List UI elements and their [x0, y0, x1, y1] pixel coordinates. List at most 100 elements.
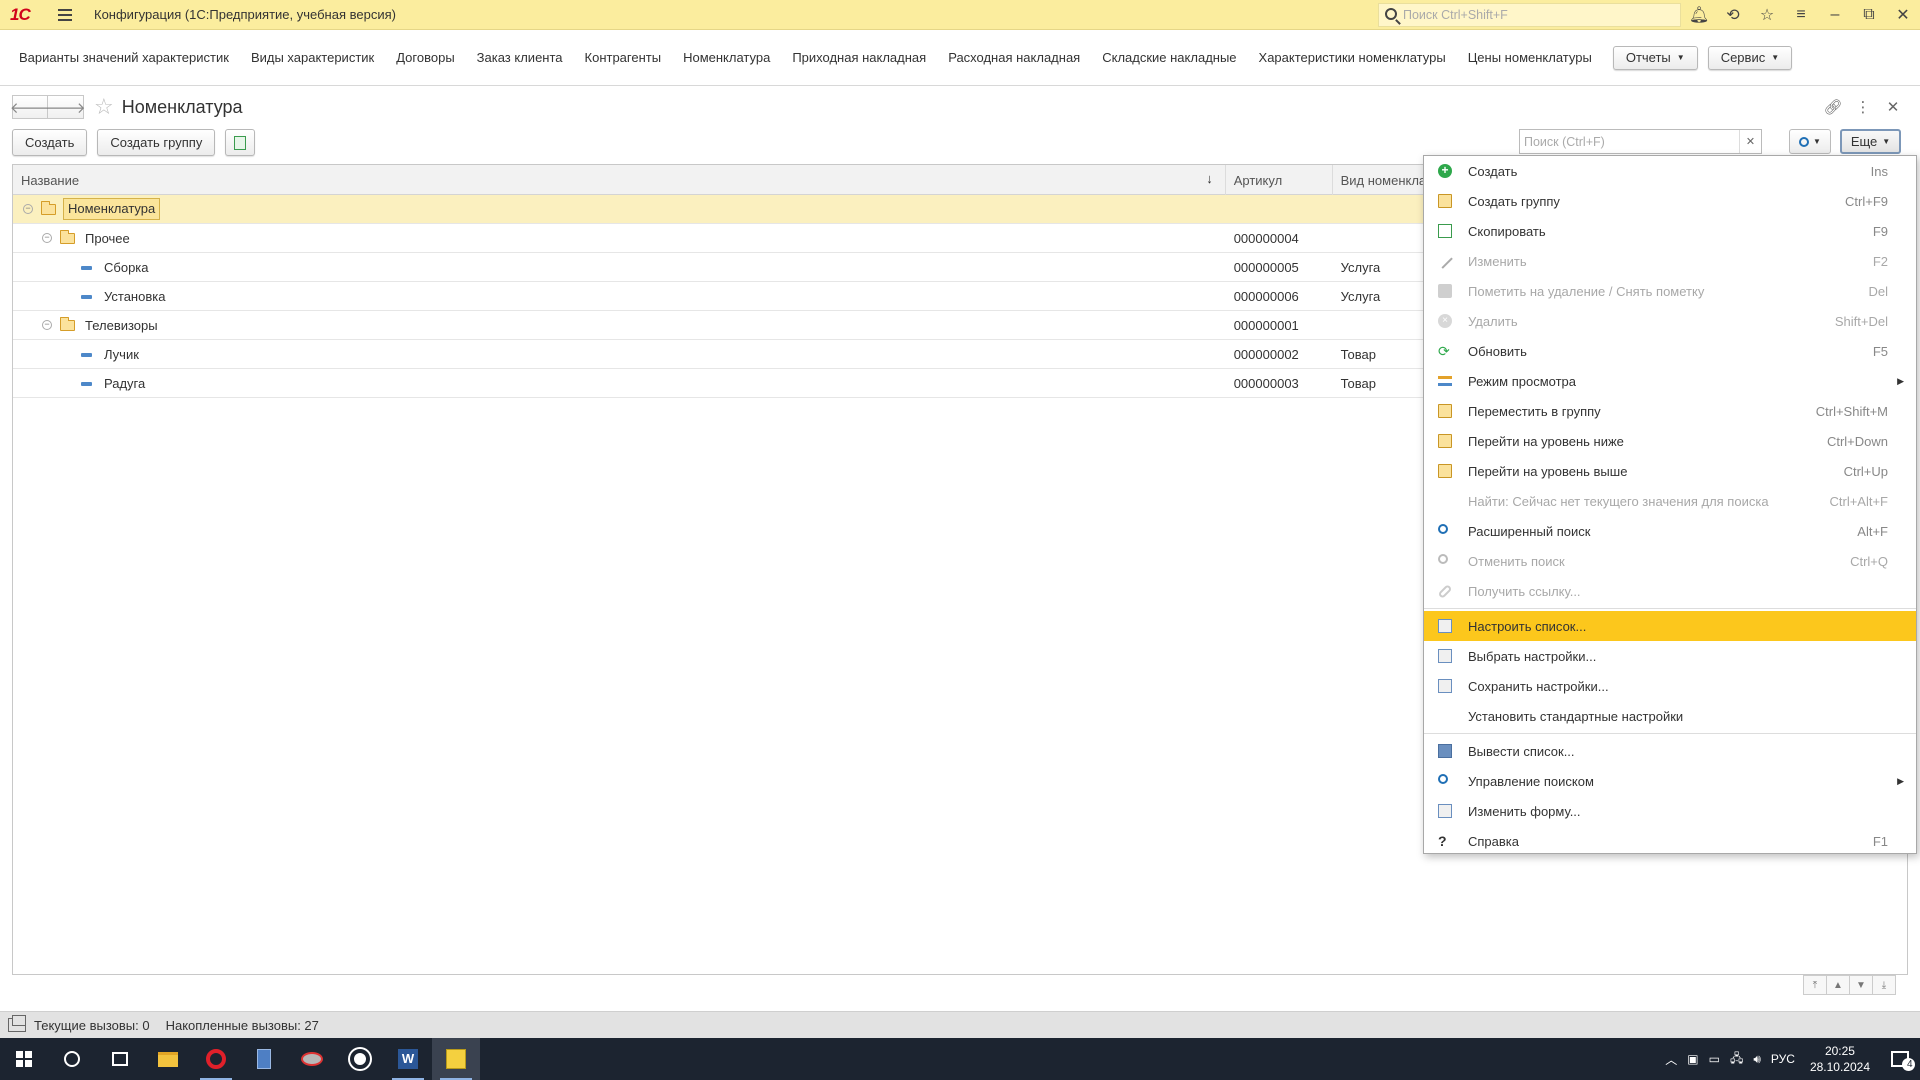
menu-item: Отменить поиск Ctrl+Q — [1424, 546, 1916, 576]
more-actions-icon[interactable]: ⋮ — [1850, 96, 1876, 118]
menu-item-shortcut: F5 — [1872, 343, 1888, 359]
more-button[interactable]: Еще ▼ — [1840, 129, 1901, 154]
menu-item[interactable]: Переместить в группу Ctrl+Shift+M — [1424, 396, 1916, 426]
main-menu-icon[interactable] — [52, 0, 78, 30]
menu-item[interactable]: Вывести список... — [1424, 736, 1916, 766]
explorer-app[interactable] — [144, 1038, 192, 1080]
task-view-button[interactable] — [96, 1038, 144, 1080]
menu-item[interactable]: Изменить форму... — [1424, 796, 1916, 826]
bell-icon[interactable]: 🔔︎ — [1682, 0, 1716, 30]
1c-app[interactable] — [432, 1038, 480, 1080]
menu-item[interactable]: Создать группу Ctrl+F9 — [1424, 186, 1916, 216]
forward-button[interactable]: 🡒 — [45, 95, 86, 119]
language-indicator[interactable]: РУС — [1766, 1052, 1800, 1066]
cell-name: − Прочее — [13, 224, 1226, 253]
search-manage-icon — [1438, 774, 1448, 784]
section-link[interactable]: Контрагенты — [574, 50, 673, 65]
menu-item[interactable]: Выбрать настройки... — [1424, 641, 1916, 671]
collapse-icon[interactable]: − — [42, 319, 52, 330]
menu-item-shortcut: F1 — [1872, 833, 1888, 849]
menu-item[interactable]: Сохранить настройки... — [1424, 671, 1916, 701]
volume-icon[interactable]: 🔊︎ — [1748, 1052, 1766, 1067]
row-name: Телевизоры — [85, 317, 158, 333]
menu-item-label: Найти: Сейчас нет текущего значения для … — [1468, 493, 1769, 509]
column-header-article[interactable]: Артикул — [1226, 165, 1333, 195]
opera-app[interactable] — [192, 1038, 240, 1080]
notifications-button[interactable]: 4 — [1880, 1038, 1920, 1080]
menu-item[interactable]: Скопировать F9 — [1424, 216, 1916, 246]
search-taskbar-button[interactable] — [48, 1038, 96, 1080]
menu-item[interactable]: Управление поиском ▶ — [1424, 766, 1916, 796]
link-icon[interactable]: 🔗︎ — [1820, 96, 1846, 118]
row-name: Номенклатура — [63, 197, 161, 220]
network-adapter-icon[interactable]: ▣ — [1682, 1052, 1703, 1066]
scroll-down-icon[interactable]: ▼ — [1849, 975, 1873, 995]
section-link[interactable]: Складские накладные — [1091, 50, 1247, 65]
menu-item[interactable]: Настроить список... — [1424, 611, 1916, 641]
print-list-icon — [1438, 744, 1452, 758]
favorite-star-icon[interactable]: ☆ — [94, 94, 114, 120]
column-header-name[interactable]: Название ↓ — [13, 165, 1226, 195]
menu-item[interactable]: Установить стандартные настройки — [1424, 701, 1916, 731]
clock[interactable]: 20:25 28.10.2024 — [1800, 1043, 1880, 1075]
menu-item[interactable]: Перейти на уровень ниже Ctrl+Down — [1424, 426, 1916, 456]
menu-item[interactable]: ⟳ Обновить F5 — [1424, 336, 1916, 366]
section-link[interactable]: Цены номенклатуры — [1457, 50, 1603, 65]
section-link[interactable]: Характеристики номенклатуры — [1248, 50, 1457, 65]
list-search-input[interactable]: Поиск (Ctrl+F) ✕ — [1519, 129, 1762, 154]
section-link[interactable]: Заказ клиента — [466, 50, 574, 65]
item-icon — [81, 265, 92, 270]
cell-name: Лучик — [13, 340, 1226, 369]
section-link[interactable]: Варианты значений характеристик — [8, 50, 240, 65]
menu-item: Изменить F2 — [1424, 246, 1916, 276]
game-app[interactable] — [288, 1038, 336, 1080]
section-link[interactable]: Договоры — [385, 50, 465, 65]
service-button[interactable]: Сервис ▼ — [1707, 45, 1793, 70]
windows-icon[interactable] — [8, 1015, 26, 1032]
collapse-icon[interactable]: − — [23, 203, 33, 214]
menu-item[interactable]: Режим просмотра ▶ — [1424, 366, 1916, 396]
menu-item[interactable]: + Создать Ins — [1424, 156, 1916, 186]
menu-item[interactable]: Расширенный поиск Alt+F — [1424, 516, 1916, 546]
create-group-button[interactable]: Создать группу — [97, 129, 216, 156]
clock-date: 28.10.2024 — [1809, 1060, 1870, 1074]
column-name-label: Название — [21, 172, 80, 188]
steam-icon — [350, 1049, 370, 1069]
collapse-icon[interactable]: − — [42, 232, 52, 243]
network-icon[interactable]: 🖧︎ — [1725, 1049, 1748, 1070]
history-icon[interactable]: ⟲ — [1716, 0, 1750, 30]
menu-item[interactable]: ? Справка F1 — [1424, 826, 1916, 856]
create-button[interactable]: Создать — [12, 129, 88, 156]
scroll-bottom-icon[interactable]: ⤓ — [1872, 975, 1896, 995]
global-search-input[interactable]: Поиск Ctrl+Shift+F — [1378, 3, 1681, 27]
calculator-app[interactable] — [240, 1038, 288, 1080]
menu-item[interactable]: Перейти на уровень выше Ctrl+Up — [1424, 456, 1916, 486]
minimize-icon[interactable]: – — [1818, 0, 1852, 30]
cell-name: Сборка — [13, 253, 1226, 282]
scroll-top-icon[interactable]: ⤒ — [1803, 975, 1827, 995]
battery-icon[interactable]: ▭ — [1704, 1052, 1725, 1066]
section-link[interactable]: Номенклатура — [672, 50, 781, 65]
copy-button[interactable] — [225, 129, 256, 156]
menu-list-icon[interactable]: ≡ — [1784, 0, 1818, 30]
section-link[interactable]: Расходная накладная — [937, 50, 1091, 65]
section-link[interactable]: Виды характеристик — [240, 50, 385, 65]
menu-separator — [1424, 733, 1916, 734]
back-button[interactable]: 🡐 — [10, 95, 50, 119]
show-hidden-icons-icon[interactable]: ︿ — [1660, 1051, 1682, 1068]
word-app[interactable]: W — [384, 1038, 432, 1080]
task-view-icon — [112, 1052, 128, 1066]
steam-app[interactable] — [336, 1038, 384, 1080]
cell-name: Установка — [13, 282, 1226, 311]
cell-article: 000000001 — [1233, 317, 1299, 333]
reports-button[interactable]: Отчеты ▼ — [1612, 45, 1698, 70]
scroll-up-icon[interactable]: ▲ — [1826, 975, 1850, 995]
section-link[interactable]: Приходная накладная — [781, 50, 937, 65]
start-button[interactable] — [0, 1038, 48, 1080]
favorites-star-icon[interactable]: ☆ — [1750, 0, 1784, 30]
close-icon[interactable]: ✕ — [1886, 0, 1920, 30]
clear-search-icon[interactable]: ✕ — [1739, 130, 1761, 153]
restore-icon[interactable]: ⧉ — [1852, 0, 1886, 30]
close-form-icon[interactable]: ✕ — [1880, 96, 1906, 118]
search-button[interactable]: ▼ — [1789, 129, 1831, 154]
